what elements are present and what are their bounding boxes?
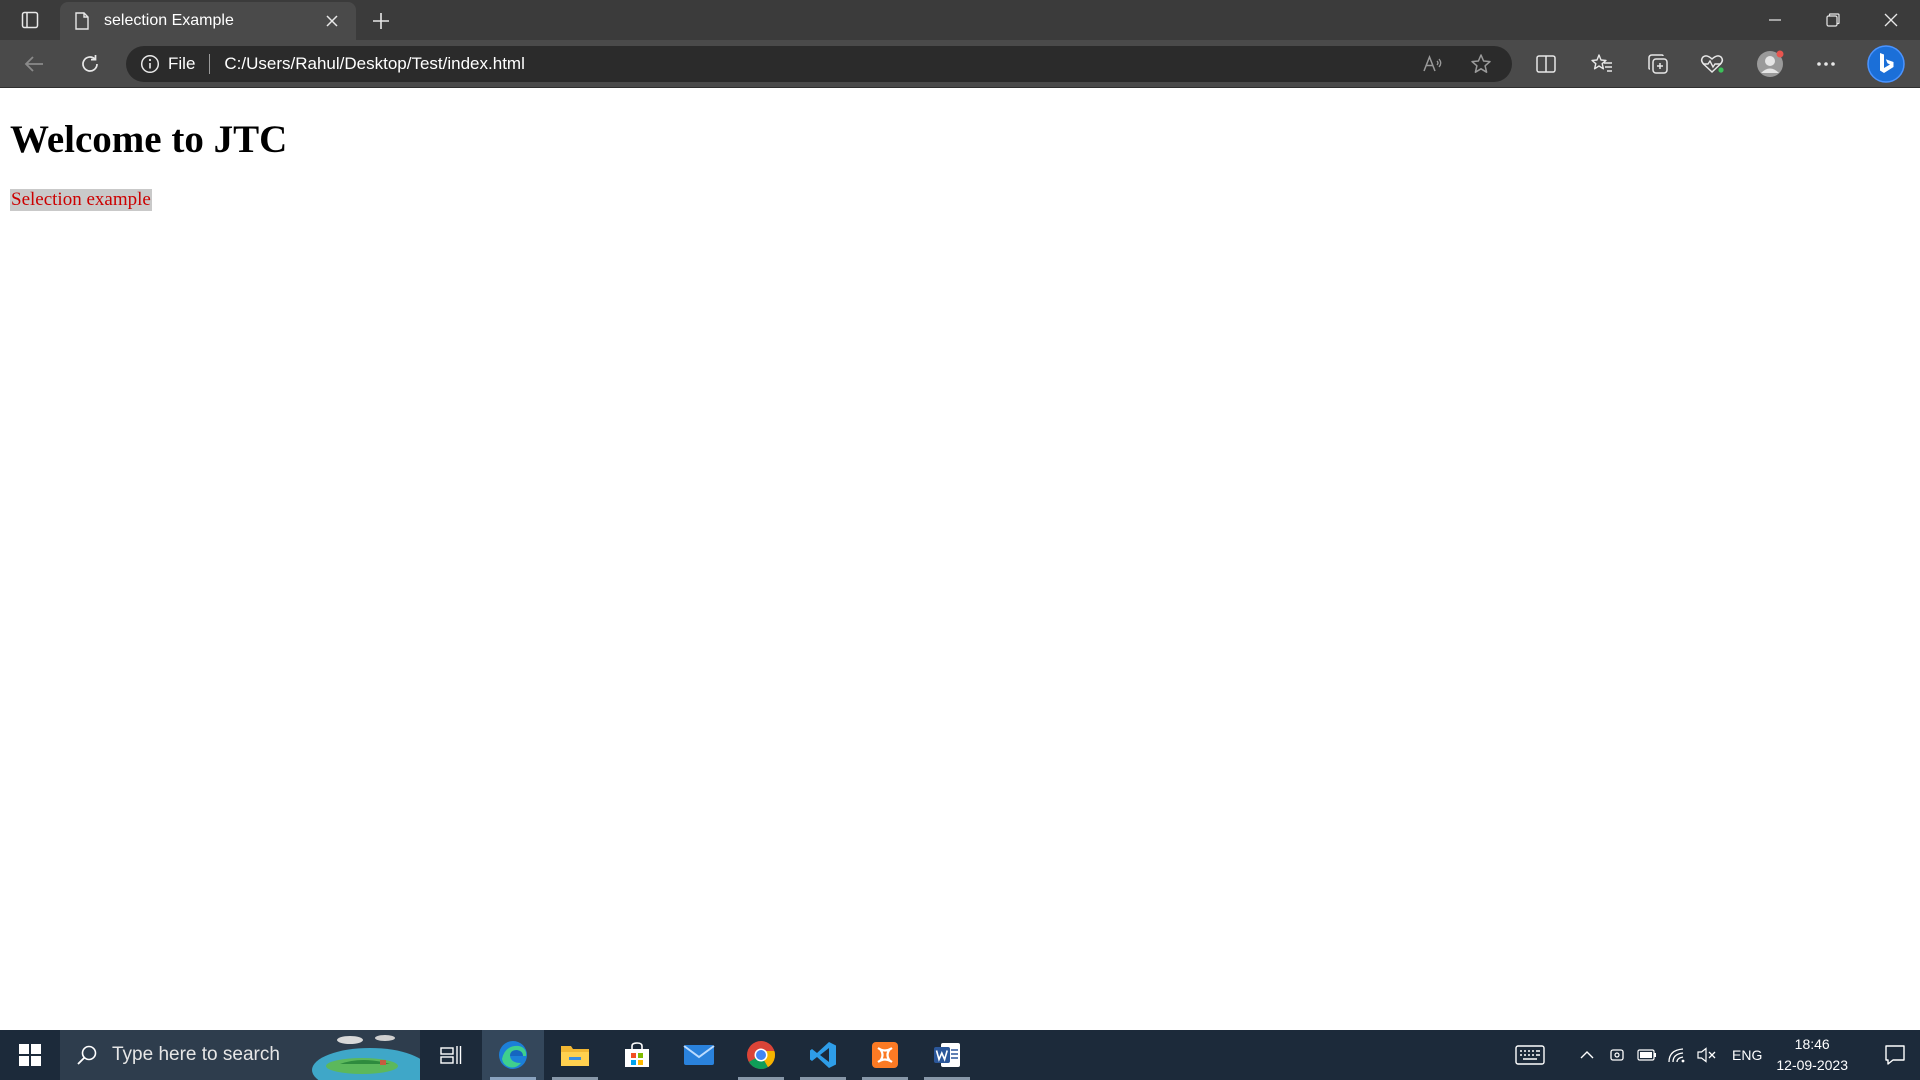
address-bar[interactable]: File C:/Users/Rahul/Desktop/Test/index.h… — [126, 46, 1512, 82]
word-app-icon[interactable] — [916, 1030, 978, 1080]
windows-logo-icon — [19, 1044, 41, 1066]
browser-toolbar: File C:/Users/Rahul/Desktop/Test/index.h… — [0, 40, 1920, 88]
page-heading: Welcome to JTC — [10, 118, 288, 161]
back-icon[interactable] — [16, 47, 52, 81]
edge-app-icon[interactable] — [482, 1030, 544, 1080]
clock-time: 18:46 — [1794, 1036, 1830, 1052]
close-tab-icon[interactable] — [320, 9, 344, 33]
notification-center-icon[interactable] — [1870, 1030, 1920, 1080]
chevron-up-icon[interactable] — [1573, 1030, 1601, 1080]
split-screen-icon[interactable] — [1528, 47, 1564, 81]
more-icon[interactable] — [1808, 47, 1844, 81]
tab-strip: selection Example — [0, 0, 1920, 40]
battery-icon[interactable] — [1633, 1030, 1661, 1080]
tab-actions-icon[interactable] — [16, 8, 44, 32]
window-controls — [1746, 0, 1920, 40]
collections-icon[interactable] — [1640, 47, 1676, 81]
browser-essentials-icon[interactable] — [1694, 47, 1730, 81]
touch-keyboard-icon[interactable] — [1508, 1030, 1552, 1080]
search-highlight-illustration — [312, 1035, 420, 1080]
scheme-label: File — [168, 54, 196, 73]
search-placeholder: Type here to search — [112, 1044, 280, 1065]
refresh-icon[interactable] — [72, 47, 108, 81]
plus-icon — [373, 13, 389, 29]
vscode-app-icon[interactable] — [792, 1030, 854, 1080]
profile-icon[interactable] — [1752, 47, 1788, 81]
chrome-app-icon[interactable] — [730, 1030, 792, 1080]
clock[interactable]: 18:46 12-09-2023 — [1776, 1034, 1848, 1076]
input-language[interactable]: ENG — [1732, 1047, 1762, 1063]
file-explorer-app-icon[interactable] — [544, 1030, 606, 1080]
site-info-button[interactable]: File — [140, 54, 195, 74]
tab-title: selection Example — [104, 12, 234, 29]
task-view-button[interactable] — [420, 1030, 482, 1080]
system-tray: ENG 18:46 12-09-2023 — [1507, 1030, 1920, 1080]
info-icon — [140, 54, 160, 74]
favorites-icon[interactable] — [1584, 47, 1620, 81]
new-tab-button[interactable] — [366, 6, 396, 36]
selected-paragraph: Selection example — [10, 189, 152, 211]
meet-now-icon[interactable] — [1603, 1030, 1631, 1080]
favorite-star-icon[interactable] — [1464, 49, 1498, 79]
restore-button[interactable] — [1804, 0, 1862, 40]
taskbar-search-box[interactable]: Type here to search — [60, 1030, 420, 1080]
volume-muted-icon[interactable] — [1693, 1030, 1721, 1080]
clock-date: 12-09-2023 — [1776, 1057, 1848, 1073]
document-icon — [72, 11, 92, 31]
start-button[interactable] — [0, 1030, 60, 1080]
page-viewport: Welcome to JTC Selection example — [0, 89, 1920, 1029]
read-aloud-icon[interactable] — [1416, 49, 1450, 79]
xampp-app-icon[interactable] — [854, 1030, 916, 1080]
mail-app-icon[interactable] — [668, 1030, 730, 1080]
wifi-icon[interactable] — [1663, 1030, 1691, 1080]
minimize-button[interactable] — [1746, 0, 1804, 40]
close-window-button[interactable] — [1862, 0, 1920, 40]
search-icon — [77, 1045, 97, 1065]
divider — [209, 54, 211, 74]
url-text[interactable]: C:/Users/Rahul/Desktop/Test/index.html — [224, 54, 1416, 74]
windows-taskbar: Type here to search ENG 18:46 12-09-2023 — [0, 1030, 1920, 1080]
bing-copilot-icon[interactable] — [1864, 45, 1908, 83]
active-tab[interactable]: selection Example — [60, 2, 356, 40]
microsoft-store-app-icon[interactable] — [606, 1030, 668, 1080]
